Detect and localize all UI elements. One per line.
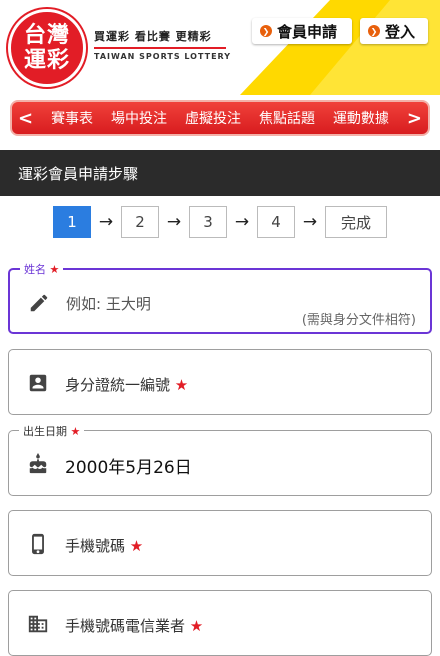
login-button[interactable]: ❯ 登入 <box>360 18 428 44</box>
required-star: ★ <box>174 376 189 394</box>
nav-item-schedule[interactable]: 賽事表 <box>51 108 93 128</box>
tagline-divider <box>94 47 226 49</box>
step-2: 2 <box>121 206 159 238</box>
member-apply-label: 會員申請 <box>277 22 338 41</box>
birth-date-label: 出生日期 ★ <box>19 423 85 439</box>
carrier-label: 手機號碼電信業者 ★ <box>65 615 203 636</box>
carrier-label-text: 手機號碼電信業者 <box>65 617 186 635</box>
name-field-hint: (需與身分文件相符) <box>301 313 416 328</box>
login-label: 登入 <box>385 22 416 41</box>
required-star: ★ <box>70 425 81 438</box>
page-title: 運彩會員申請步驟 <box>0 150 440 196</box>
site-header: 台灣 運彩 買運彩 看比賽 更精彩 TAIWAN SPORTS LOTTERY … <box>0 0 440 95</box>
arrow-right-icon: → <box>302 212 318 232</box>
carrier-field[interactable]: 手機號碼電信業者 ★ <box>8 590 432 656</box>
main-nav-wrapper: < 賽事表 場中投注 虛擬投注 焦點話題 運動數據 > <box>0 95 440 145</box>
birth-date-field[interactable]: 出生日期 ★ 2000年5月26日 <box>8 423 432 496</box>
required-star: ★ <box>129 537 144 555</box>
name-field-label: 姓名 ★ <box>20 261 64 277</box>
required-star: ★ <box>189 617 204 635</box>
nav-item-live-betting[interactable]: 場中投注 <box>111 108 167 128</box>
id-number-label-text: 身分證統一編號 <box>65 376 171 394</box>
required-star: ★ <box>49 263 60 276</box>
arrow-right-icon: → <box>234 212 250 232</box>
nav-item-hot-topics[interactable]: 焦點話題 <box>259 108 315 128</box>
logo-text-line2: 運彩 <box>23 48 70 73</box>
chevron-left-icon[interactable]: < <box>18 108 33 129</box>
name-input-placeholder[interactable]: 例如: 王大明 <box>66 293 151 314</box>
id-number-label: 身分證統一編號 ★ <box>65 374 188 395</box>
site-logo[interactable]: 台灣 運彩 <box>8 9 86 87</box>
phone-icon <box>32 533 44 555</box>
member-apply-button[interactable]: ❯ 會員申請 <box>252 18 352 44</box>
name-label-text: 姓名 <box>24 263 46 276</box>
step-complete: 完成 <box>325 206 387 238</box>
id-card-icon <box>29 374 47 392</box>
main-nav: < 賽事表 場中投注 虛擬投注 焦點話題 運動數據 > <box>10 100 430 136</box>
chevron-right-circle-icon: ❯ <box>368 25 380 37</box>
chevron-right-icon[interactable]: > <box>407 108 422 129</box>
tagline-english: TAIWAN SPORTS LOTTERY <box>94 52 232 61</box>
tagline: 買運彩 看比賽 更精彩 TAIWAN SPORTS LOTTERY <box>94 28 231 61</box>
id-number-field[interactable]: 身分證統一編號 ★ <box>8 349 432 415</box>
building-icon <box>28 615 48 633</box>
birth-date-label-text: 出生日期 <box>23 425 67 438</box>
nav-item-sports-data[interactable]: 運動數據 <box>333 108 389 128</box>
phone-label: 手機號碼 ★ <box>65 535 143 556</box>
pencil-icon <box>30 294 48 312</box>
tagline-chinese: 買運彩 看比賽 更精彩 <box>94 30 212 43</box>
arrow-right-icon: → <box>166 212 182 232</box>
step-4: 4 <box>257 206 295 238</box>
logo-text-line1: 台灣 <box>23 23 70 48</box>
cake-icon <box>29 453 47 474</box>
chevron-right-circle-icon: ❯ <box>260 25 272 37</box>
nav-item-virtual-betting[interactable]: 虛擬投注 <box>185 108 241 128</box>
birth-date-value[interactable]: 2000年5月26日 <box>65 453 192 478</box>
step-3: 3 <box>189 206 227 238</box>
phone-label-text: 手機號碼 <box>65 537 126 555</box>
phone-field[interactable]: 手機號碼 ★ <box>8 510 432 576</box>
step-1: 1 <box>53 206 91 238</box>
step-indicator: 1 → 2 → 3 → 4 → 完成 <box>0 198 440 246</box>
name-field[interactable]: 姓名 ★ 例如: 王大明 (需與身分文件相符) <box>8 261 432 334</box>
arrow-right-icon: → <box>98 212 114 232</box>
